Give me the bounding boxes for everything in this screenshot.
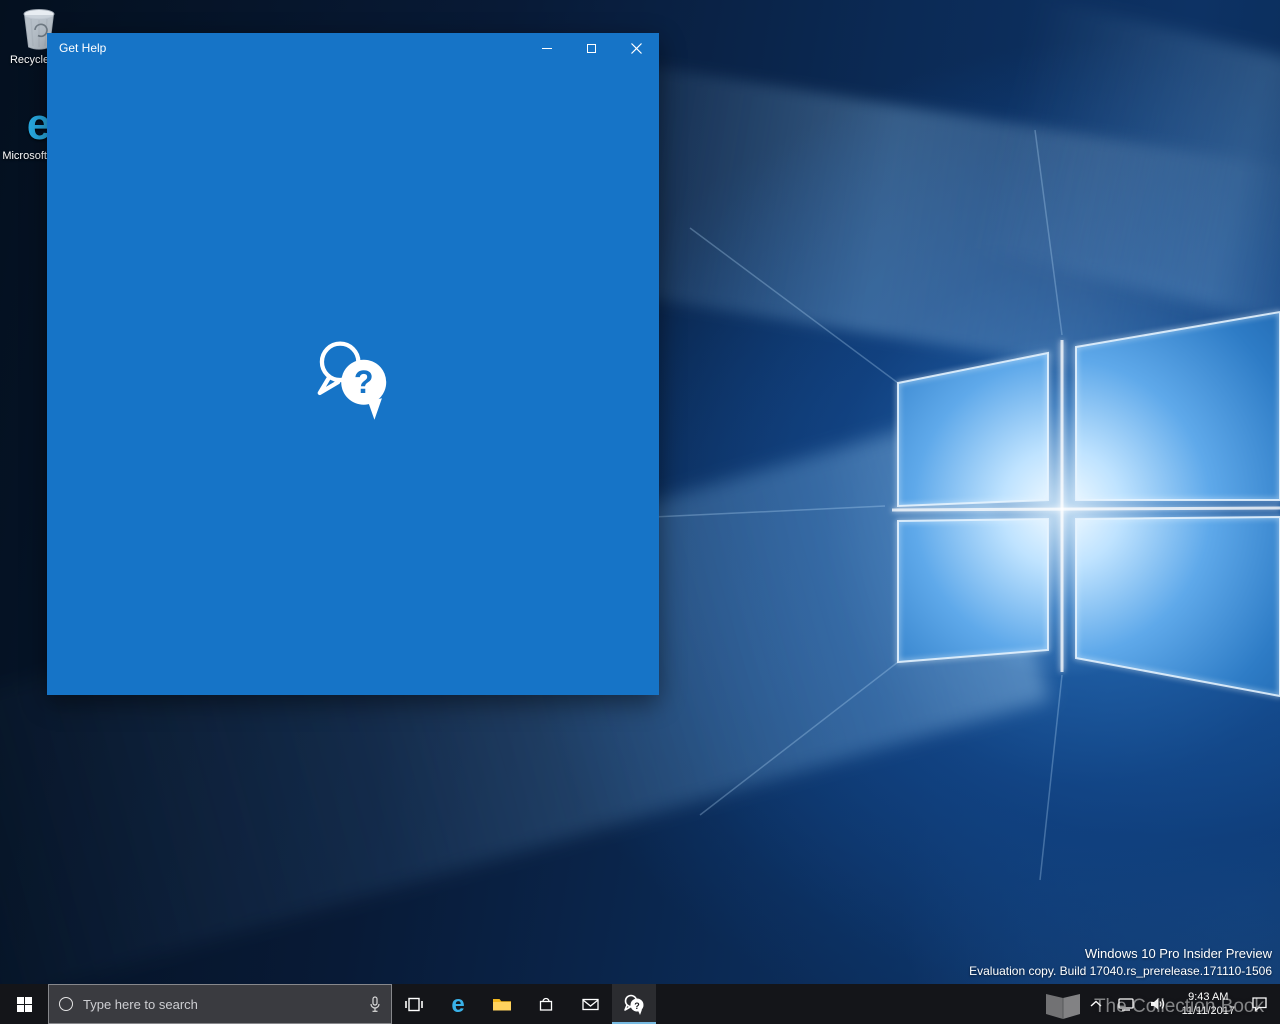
search-input[interactable] [81, 995, 361, 1013]
tray-network-button[interactable] [1110, 984, 1142, 1024]
tray-clock[interactable]: 9:43 AM 11/11/2017 [1174, 990, 1243, 1018]
clock-time: 9:43 AM [1188, 991, 1229, 1003]
close-button[interactable] [614, 33, 659, 63]
chevron-up-icon [1090, 1000, 1102, 1007]
watermark-edition: Windows 10 Pro Insider Preview [1084, 946, 1272, 961]
taskbar: e ? [0, 984, 1280, 1024]
minimize-icon [541, 47, 552, 49]
svg-text:e: e [451, 991, 464, 1017]
taskbar-app-get-help[interactable]: ? [612, 984, 656, 1024]
window-title: Get Help [59, 41, 107, 55]
task-view-button[interactable] [392, 984, 436, 1024]
network-icon [1117, 998, 1134, 1011]
taskbar-app-mail[interactable] [568, 984, 612, 1024]
svg-text:?: ? [634, 1001, 640, 1011]
close-icon [631, 42, 642, 54]
svg-text:?: ? [354, 364, 374, 400]
window-titlebar[interactable]: Get Help [47, 33, 659, 63]
maximize-button[interactable] [569, 33, 614, 63]
taskbar-app-store[interactable] [524, 984, 568, 1024]
file-explorer-icon [493, 999, 511, 1011]
evaluation-watermark: Windows 10 Pro Insider Preview Evaluatio… [969, 946, 1272, 978]
tray-chevron-button[interactable] [1082, 984, 1110, 1024]
taskbar-search-box[interactable] [48, 984, 392, 1024]
window-controls [524, 33, 659, 63]
store-icon [539, 997, 553, 1011]
light-beam [974, 0, 1280, 345]
get-help-window: Get Help ? [47, 33, 659, 695]
task-view-icon [405, 997, 423, 1011]
speaker-icon [1150, 998, 1164, 1010]
tray-volume-button[interactable] [1142, 984, 1174, 1024]
window-content: ? [47, 63, 659, 695]
clock-date: 11/11/2017 [1181, 1005, 1235, 1017]
start-button[interactable] [0, 984, 48, 1024]
action-center-button[interactable] [1243, 984, 1280, 1024]
get-help-taskbar-icon: ? [624, 994, 644, 1015]
action-center-icon [1252, 997, 1267, 1012]
taskbar-app-edge[interactable]: e [436, 984, 480, 1024]
get-help-splash-icon: ? [317, 341, 387, 420]
minimize-button[interactable] [524, 33, 569, 63]
system-tray: 9:43 AM 11/11/2017 [1082, 984, 1280, 1024]
watermark-build: Evaluation copy. Build 17040.rs_prerelea… [969, 964, 1272, 978]
windows-logo-icon [16, 996, 32, 1012]
microphone-icon[interactable] [369, 995, 381, 1013]
edge-taskbar-icon: e [451, 991, 464, 1017]
cortana-circle-icon [59, 997, 73, 1011]
maximize-icon [587, 43, 596, 53]
taskbar-app-file-explorer[interactable] [480, 984, 524, 1024]
mail-icon [581, 998, 599, 1010]
